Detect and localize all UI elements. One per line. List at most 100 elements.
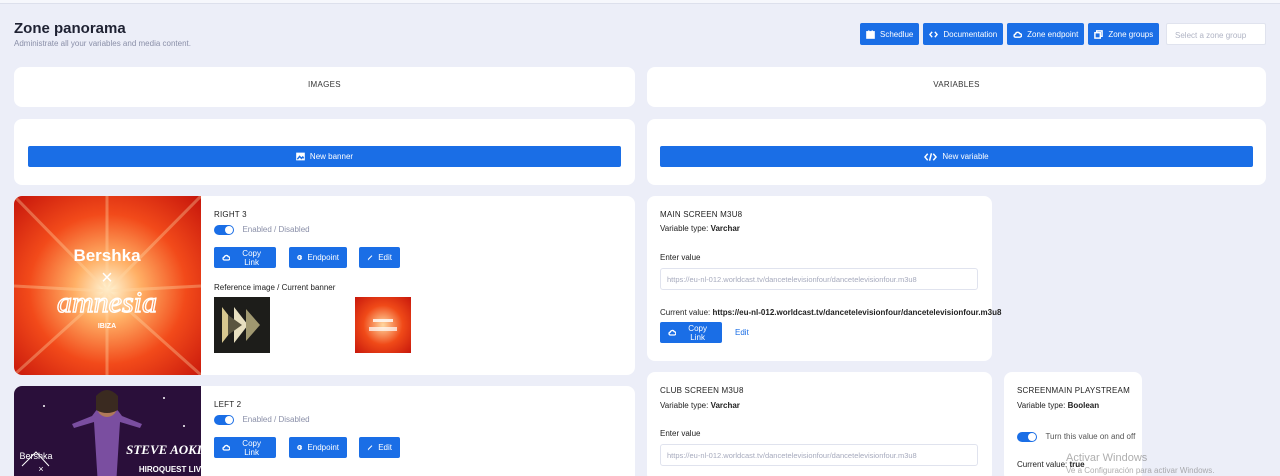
calendar-icon <box>866 29 875 39</box>
cloud-upload-icon <box>668 329 677 336</box>
banner-logo-text: amnesia <box>57 286 157 319</box>
current-value-label: Current value: <box>1017 460 1068 469</box>
new-banner-card: New banner <box>14 119 635 185</box>
documentation-button[interactable]: Documentation <box>923 23 1004 45</box>
new-banner-button[interactable]: New banner <box>28 146 621 167</box>
variable-type-label: Variable type: <box>660 401 709 410</box>
copy-link-label: Copy Link <box>242 438 261 457</box>
copy-link-button[interactable]: Copy Link <box>214 437 276 458</box>
zone-endpoint-button[interactable]: Zone endpoint <box>1007 23 1085 45</box>
banner-card-right-3: Bershka × amnesia IBIZA RIGHT 3 Enabled … <box>14 196 635 375</box>
enabled-toggle[interactable] <box>214 224 234 235</box>
toggle-label: Enabled / Disabled <box>242 415 310 425</box>
folders-icon <box>1094 29 1104 39</box>
image-icon <box>296 152 305 161</box>
header-actions: Schedlue Documentation Zone endpoint Zon… <box>860 23 1160 45</box>
new-variable-label: New variable <box>942 152 989 161</box>
banner-toggle-row: Enabled / Disabled <box>214 221 310 239</box>
copy-link-button[interactable]: Copy Link <box>214 247 276 268</box>
current-value-label: Current value: <box>660 308 711 317</box>
zone-groups-button[interactable]: Zone groups <box>1088 23 1160 45</box>
value-input[interactable]: https://eu-nl-012.worldcast.tv/dancetele… <box>660 444 978 466</box>
cloud-upload-icon <box>222 254 231 261</box>
endpoint-button[interactable]: Endpoint <box>289 247 347 268</box>
variable-card-main-screen: MAIN SCREEN M3U8 Variable type: Varchar … <box>647 196 1001 361</box>
variable-name: SCREENMAIN PLAYSTREAM <box>1017 386 1130 395</box>
banner2-artist-text: STEVE AOKI <box>126 442 201 457</box>
bershka-amnesia-banner: Bershka × amnesia IBIZA <box>14 196 201 375</box>
page-subtitle: Administrate all your variables and medi… <box>14 39 191 48</box>
banner2-name: LEFT 2 <box>214 400 242 409</box>
endpoint-label: Endpoint <box>307 253 339 262</box>
variable-type-row: Variable type: Varchar <box>660 224 740 233</box>
banner-name: RIGHT 3 <box>214 210 247 219</box>
zone-endpoint-label: Zone endpoint <box>1027 29 1079 39</box>
copy-link-button[interactable]: Copy Link <box>660 322 722 343</box>
zone-group-select[interactable]: Select a zone group <box>1166 23 1266 45</box>
current-value: https://eu-nl-012.worldcast.tv/dancetele… <box>712 308 1002 317</box>
enter-value-label: Enter value <box>660 429 701 438</box>
globe-icon <box>297 445 303 450</box>
copy-link-label: Copy Link <box>688 323 707 342</box>
variable-type-row: Variable type: Boolean <box>1017 401 1099 410</box>
variable-type-row: Variable type: Varchar <box>660 401 740 410</box>
copy-link-label: Copy Link <box>242 248 261 267</box>
tab-variables[interactable]: VARIABLES <box>647 67 1266 107</box>
toggle-label: Turn this value on and off <box>1045 432 1136 442</box>
variable-type-label: Variable type: <box>1017 401 1066 410</box>
endpoint-label: Endpoint <box>307 443 339 452</box>
watermark-subtitle: Ve a Configuración para activar Windows. <box>1066 466 1215 475</box>
code-icon <box>929 30 939 38</box>
tab-images[interactable]: IMAGES <box>14 67 635 107</box>
new-variable-card: New variable <box>647 119 1266 185</box>
variable-type-value: Boolean <box>1067 401 1100 410</box>
variable-name: CLUB SCREEN M3U8 <box>660 386 744 395</box>
zone-groups-label: Zone groups <box>1108 29 1154 39</box>
cloud-upload-icon <box>222 444 231 451</box>
boolean-toggle-row: Turn this value on and off <box>1017 428 1135 446</box>
banner2-toggle-row: Enabled / Disabled <box>214 411 310 429</box>
new-banner-label: New banner <box>309 152 354 161</box>
code-icon <box>924 152 938 161</box>
toggle-label: Enabled / Disabled <box>242 225 310 235</box>
variable-type-value: Varchar <box>710 401 740 410</box>
cloud-icon <box>1013 31 1023 38</box>
watermark-title: Activar Windows <box>1066 452 1148 464</box>
variable-type-value: Varchar <box>710 224 740 233</box>
enabled-toggle[interactable] <box>214 414 234 425</box>
bershka-steve-aoki-banner: Bershka × STEVE AOKI HIROQUEST LIVE PA <box>14 386 201 476</box>
tab-variables-label: VARIABLES <box>933 80 980 89</box>
new-variable-button[interactable]: New variable <box>660 146 1253 167</box>
pencil-icon <box>367 255 373 261</box>
reference-image-thumbnail <box>214 297 270 353</box>
edit-button[interactable]: Edit <box>359 247 400 268</box>
current-value-row: Current value: https://eu-nl-012.worldca… <box>660 308 1001 317</box>
variable-card-club-screen: CLUB SCREEN M3U8 Variable type: Varchar … <box>647 372 992 476</box>
boolean-toggle[interactable] <box>1017 431 1037 442</box>
current-banner-thumbnail <box>355 297 411 353</box>
endpoint-button[interactable]: Endpoint <box>289 437 347 458</box>
reference-label: Reference image / Current banner <box>214 283 336 292</box>
top-bar <box>0 0 1280 4</box>
edit-button[interactable]: Edit <box>359 437 400 458</box>
edit-label: Edit <box>378 253 392 262</box>
documentation-label: Documentation <box>943 29 998 39</box>
globe-icon <box>297 255 303 260</box>
variable-type-label: Variable type: <box>660 224 709 233</box>
schedule-label: Schedlue <box>880 29 914 39</box>
edit-link[interactable]: Edit <box>735 328 749 337</box>
value-input[interactable]: https://eu-nl-012.worldcast.tv/dancetele… <box>660 268 978 290</box>
banner2-event-text: HIROQUEST LIVE PA <box>139 465 201 474</box>
banner-card-left-2: Bershka × STEVE AOKI HIROQUEST LIVE PA L… <box>14 386 635 476</box>
page-title: Zone panorama <box>14 20 126 37</box>
banner-sub-text: IBIZA <box>98 323 116 330</box>
banner-image-right-3: Bershka × amnesia IBIZA <box>14 196 201 375</box>
banner2-brand-text: Bershka <box>19 451 52 461</box>
banner-brand-text: Bershka <box>73 246 141 265</box>
banner2-x-text: × <box>38 464 43 474</box>
schedule-button[interactable]: Schedlue <box>860 23 920 45</box>
enter-value-label: Enter value <box>660 253 701 262</box>
edit-label: Edit <box>378 443 392 452</box>
tab-images-label: IMAGES <box>308 80 341 89</box>
banner-image-left-2: Bershka × STEVE AOKI HIROQUEST LIVE PA <box>14 386 201 476</box>
